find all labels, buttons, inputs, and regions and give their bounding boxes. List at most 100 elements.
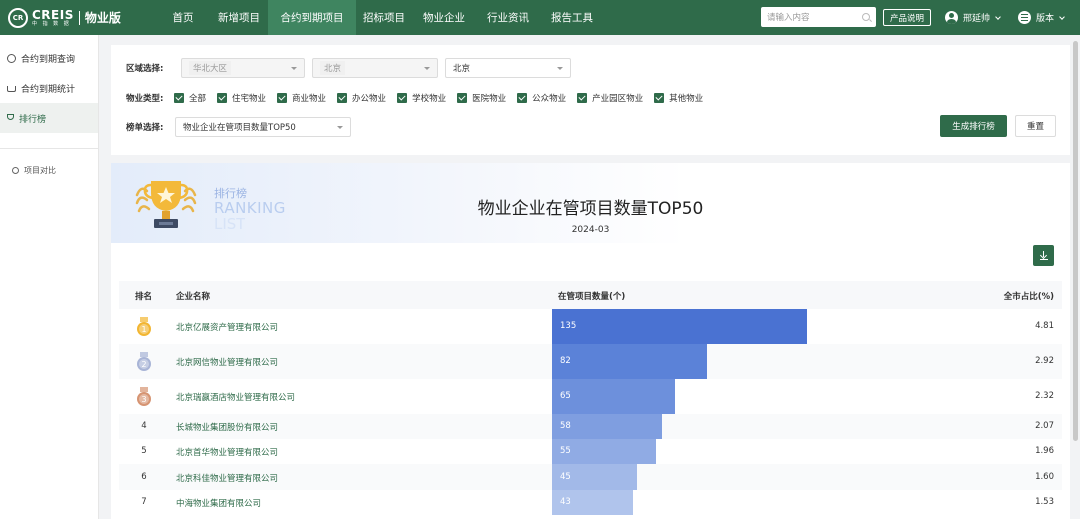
company-link[interactable]: 北京亿展资产管理有限公司 xyxy=(176,321,278,333)
region-select-city[interactable]: 北京 xyxy=(445,58,571,78)
type-filter-row: 物业类型: 全部 住宅物业 商业物业 办公物业 学校物业 医院物业 公众物业 产业园区物业 其他… xyxy=(126,92,714,104)
chevron-down-icon xyxy=(1059,13,1065,20)
medal-icon: 2 xyxy=(137,352,151,371)
sidebar-item-label: 合约到期查询 xyxy=(21,54,76,65)
list-label: 榜单选择: xyxy=(126,123,164,133)
version-icon xyxy=(1018,11,1031,24)
sidebar-item-contract-query[interactable]: 合约到期查询 xyxy=(0,43,98,73)
type-checkbox[interactable]: 全部 xyxy=(174,92,206,104)
count-value: 45 xyxy=(560,472,571,482)
region-select-province[interactable]: 北京 xyxy=(312,58,438,78)
count-value: 65 xyxy=(560,391,571,401)
caret-down-icon xyxy=(337,125,343,129)
count-bar: 58 xyxy=(552,414,662,439)
share-value: 1.60 xyxy=(1035,472,1054,482)
region-filter-row: 区域选择: 华北大区 北京 北京 xyxy=(126,58,578,78)
table-row: 3 北京瑞赢酒店物业管理有限公司 65 2.32 xyxy=(119,379,1062,414)
version-menu[interactable]: 版本 xyxy=(1018,0,1065,35)
table-row: 2 北京网信物业管理有限公司 82 2.92 xyxy=(119,344,1062,379)
ranking-panel: 排行榜 RANKING LIST 物业企业在管项目数量TOP50 2024-03… xyxy=(111,163,1070,519)
type-checkbox[interactable]: 产业园区物业 xyxy=(577,92,643,104)
medal-icon: 1 xyxy=(137,317,151,336)
logo-brand: CREIS xyxy=(32,7,74,22)
count-value: 135 xyxy=(560,321,577,331)
share-value: 2.07 xyxy=(1035,421,1054,431)
sidebar-item-ranking[interactable]: 排行榜 xyxy=(0,103,98,133)
medal-rank: 3 xyxy=(141,395,146,404)
nav-item[interactable]: 合约到期项目 xyxy=(268,0,356,35)
page-scrollbar[interactable] xyxy=(1073,41,1078,441)
company-link[interactable]: 长城物业集团股份有限公司 xyxy=(176,421,278,433)
rank-number: 6 xyxy=(141,472,147,482)
caret-down-icon xyxy=(424,66,430,70)
count-bar: 82 xyxy=(552,344,707,379)
company-link[interactable]: 中海物业集团有限公司 xyxy=(176,497,261,509)
nav-item[interactable]: 招标项目 xyxy=(356,0,412,35)
checkbox-label: 办公物业 xyxy=(352,94,387,104)
company-link[interactable]: 北京网信物业管理有限公司 xyxy=(176,356,278,368)
count-bar: 43 xyxy=(552,490,633,515)
trophy-icon xyxy=(7,114,14,120)
nav-item[interactable]: 报告工具 xyxy=(540,0,604,35)
nav-item[interactable]: 首页 xyxy=(156,0,210,35)
product-doc-button[interactable]: 产品说明 xyxy=(883,9,931,26)
logo-text: CREIS 中 指 数 据 xyxy=(32,9,74,27)
share-value: 1.53 xyxy=(1035,497,1054,507)
nav-item[interactable]: 行业资讯 xyxy=(476,0,540,35)
type-checkbox-group: 全部 住宅物业 商业物业 办公物业 学校物业 医院物业 公众物业 产业园区物业 其他物业 xyxy=(174,92,714,104)
top-navigation-bar: CR CREIS 中 指 数 据 物业版 首页 新增项目 合约到期项目 招标项目 物业企… xyxy=(0,0,1080,35)
list-filter-row: 榜单选择: 物业企业在管项目数量TOP50 xyxy=(126,117,358,137)
region-select-area[interactable]: 华北大区 xyxy=(181,58,305,78)
count-bar: 55 xyxy=(552,439,656,464)
company-link[interactable]: 北京科佳物业管理有限公司 xyxy=(176,472,278,484)
version-label: 版本 xyxy=(1036,14,1055,24)
user-avatar-icon xyxy=(945,11,958,24)
search-icon[interactable] xyxy=(862,13,870,21)
type-checkbox[interactable]: 公众物业 xyxy=(517,92,566,104)
search-placeholder: 请输入内容 xyxy=(767,13,810,23)
sidebar-item-label: 排行榜 xyxy=(19,114,47,125)
type-checkbox[interactable]: 医院物业 xyxy=(457,92,506,104)
share-value: 2.92 xyxy=(1035,356,1054,366)
type-checkbox[interactable]: 其他物业 xyxy=(654,92,703,104)
type-checkbox[interactable]: 住宅物业 xyxy=(217,92,266,104)
checkbox-checked-icon xyxy=(577,93,588,103)
count-value: 55 xyxy=(560,446,571,456)
sidebar: 合约到期查询 合约到期统计 排行榜 项目对比 xyxy=(0,35,99,519)
table-header: 排名 企业名称 在管项目数量(个) 全市占比(%) xyxy=(119,281,1062,309)
nav-item[interactable]: 新增项目 xyxy=(210,0,268,35)
sidebar-item-contract-stats[interactable]: 合约到期统计 xyxy=(0,73,98,103)
company-link[interactable]: 北京首华物业管理有限公司 xyxy=(176,446,278,458)
nav-item[interactable]: 物业企业 xyxy=(412,0,476,35)
checkbox-label: 产业园区物业 xyxy=(592,94,644,104)
generate-ranking-button[interactable]: 生成排行榜 xyxy=(940,115,1007,137)
column-header-share: 全市占比(%) xyxy=(1003,292,1054,302)
type-checkbox[interactable]: 学校物业 xyxy=(397,92,446,104)
selected-value: 华北大区 xyxy=(189,61,232,75)
checkbox-checked-icon xyxy=(217,93,228,103)
ranking-title: 物业企业在管项目数量TOP50 xyxy=(477,199,704,219)
table-row: 1 北京亿展资产管理有限公司 135 4.81 xyxy=(119,309,1062,344)
type-checkbox[interactable]: 商业物业 xyxy=(277,92,326,104)
sidebar-item-compare[interactable]: 项目对比 xyxy=(0,160,98,180)
sidebar-item-label: 合约到期统计 xyxy=(21,84,76,95)
download-button[interactable] xyxy=(1033,245,1054,266)
reset-button[interactable]: 重置 xyxy=(1015,115,1056,137)
search-input[interactable]: 请输入内容 xyxy=(761,7,876,27)
type-checkbox[interactable]: 办公物业 xyxy=(337,92,386,104)
selected-value: 北京 xyxy=(320,61,346,75)
logo[interactable]: CR CREIS 中 指 数 据 物业版 xyxy=(0,0,150,35)
checkbox-label: 公众物业 xyxy=(532,94,567,104)
company-link[interactable]: 北京瑞赢酒店物业管理有限公司 xyxy=(176,391,295,403)
column-header-company: 企业名称 xyxy=(176,292,211,302)
cart-icon xyxy=(7,86,16,92)
user-menu[interactable]: 邢延帅 xyxy=(945,0,1001,35)
download-icon xyxy=(1039,251,1048,260)
checkbox-label: 住宅物业 xyxy=(232,94,267,104)
checkbox-checked-icon xyxy=(174,93,184,103)
list-select[interactable]: 物业企业在管项目数量TOP50 xyxy=(175,117,351,137)
type-label: 物业类型: xyxy=(126,94,164,104)
sidebar-item-label: 项目对比 xyxy=(24,165,56,175)
column-header-count: 在管项目数量(个) xyxy=(558,292,626,302)
checkbox-checked-icon xyxy=(397,93,408,103)
